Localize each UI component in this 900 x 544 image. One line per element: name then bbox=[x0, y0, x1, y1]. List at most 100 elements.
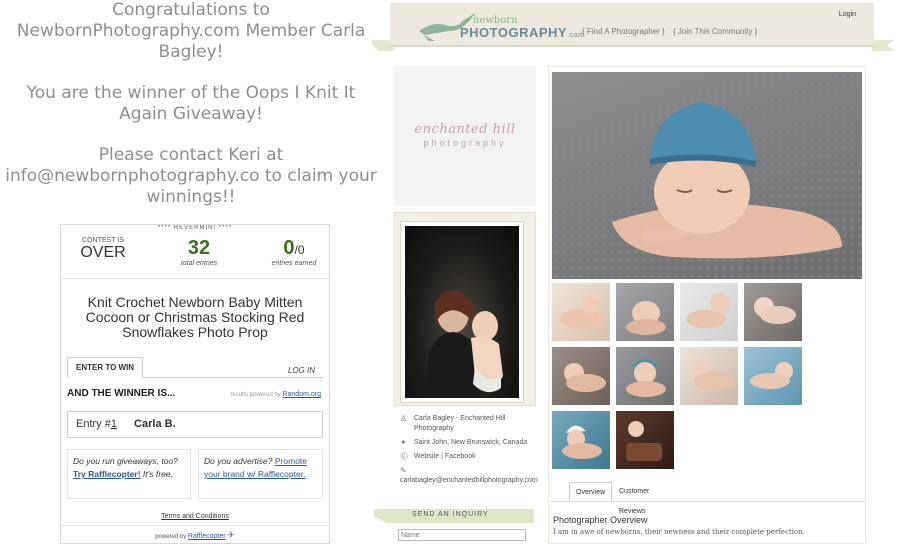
thumbnail-5[interactable] bbox=[552, 347, 610, 405]
tab-divider bbox=[549, 501, 865, 502]
contest-label: CONTEST IS bbox=[82, 237, 124, 244]
logo-photography-text: PHOTOGRAPHY bbox=[460, 25, 568, 40]
entry-number-link[interactable]: 1 bbox=[111, 418, 117, 430]
powered-by-label: powered by bbox=[155, 534, 187, 540]
overview-heading: Photographer Overview bbox=[553, 515, 648, 525]
rafflecopter-widget: **** REVERMIN! **** CONTEST IS OVER 32 t… bbox=[60, 224, 330, 544]
thumbnail-9[interactable] bbox=[552, 411, 610, 469]
entries-earned-label: entries earned bbox=[271, 260, 317, 267]
thumbnail-image bbox=[754, 297, 796, 324]
widget-top-strip: **** REVERMIN! **** bbox=[157, 225, 233, 231]
thumbnail-6[interactable] bbox=[616, 347, 674, 405]
thumbnail-1[interactable] bbox=[552, 283, 610, 341]
photographer-location: Saint John, New Brunswick, Canada bbox=[414, 439, 528, 446]
thumbnail-image bbox=[626, 301, 666, 335]
sleeping-baby-illustration bbox=[552, 72, 862, 279]
winner-announcement: Congratulations to NewbornPhotography.co… bbox=[0, 0, 382, 208]
widget-footer: powered by Rafflecopter ✈ bbox=[61, 525, 329, 543]
contest-status: CONTEST IS OVER bbox=[73, 237, 133, 262]
email-link[interactable]: carlabagley@enchantedhillphotography.com bbox=[400, 477, 538, 484]
thumbnail-4[interactable] bbox=[744, 283, 802, 341]
entries-earned-of: /0 bbox=[294, 243, 305, 257]
info-links-row: Ⓒ Website | Facebook bbox=[400, 452, 536, 462]
helicopter-icon: ✈ bbox=[227, 530, 235, 540]
photographer-name: Carla Bagley - Enchanted Hill Photograph… bbox=[414, 415, 506, 432]
giveaway-ad: Do you run giveaways, too? Try Rafflecop… bbox=[67, 449, 191, 499]
thumbnail-image bbox=[686, 293, 730, 328]
giveaway-ad-text: Do you run giveaways, too? bbox=[73, 456, 178, 466]
pen-icon: ✎ bbox=[400, 466, 407, 475]
giveaway-ad-tail: It's free. bbox=[142, 469, 173, 479]
studio-logo-sub: photography bbox=[423, 138, 507, 148]
prize-title: Knit Crochet Newborn Baby Mitten Cocoon … bbox=[85, 294, 305, 340]
tab-customer-reviews[interactable]: Customer Reviews bbox=[613, 482, 655, 515]
results-powered: results powered by Random.org bbox=[230, 391, 321, 398]
thumbnail-3[interactable] bbox=[680, 283, 738, 341]
tab-overview[interactable]: Overview bbox=[569, 482, 613, 502]
thumbnail-image bbox=[562, 425, 602, 459]
contest-stats: CONTEST IS OVER 32 total entries 0/0 ent… bbox=[61, 235, 329, 279]
info-name-row: ♙ Carla Bagley - Enchanted Hill Photogra… bbox=[400, 414, 536, 434]
winner-name: Carla B. bbox=[134, 418, 176, 430]
login-link[interactable]: Login bbox=[839, 11, 856, 18]
try-rafflecopter-link[interactable]: Try Rafflecopter! bbox=[73, 469, 141, 479]
gallery-panel: Overview Customer Reviews Photographer O… bbox=[548, 66, 866, 544]
results-powered-label: results powered by bbox=[230, 392, 281, 398]
studio-logo: enchanted hill bbox=[414, 122, 516, 137]
info-email-row: ✎ carlabagley@enchantedhillphotography.c… bbox=[400, 466, 538, 486]
web-icon: Ⓒ bbox=[400, 452, 408, 461]
thumbnail-8[interactable] bbox=[744, 347, 802, 405]
total-entries-label: total entries bbox=[180, 260, 218, 267]
tab-log-in[interactable]: LOG IN bbox=[288, 366, 315, 375]
winner-entry: Entry #1 Carla B. bbox=[67, 411, 323, 438]
nav-find-photographer[interactable]: { Find A Photographer } bbox=[582, 27, 665, 36]
thumbnail-7[interactable] bbox=[680, 347, 738, 405]
site-nav: { Find A Photographer } { Join This Comm… bbox=[582, 27, 763, 36]
entry-prefix: Entry # bbox=[76, 418, 111, 430]
advertise-ad-text: Do you advertise? bbox=[204, 456, 273, 466]
newborn-photography-site: newborn PHOTOGRAPHY.com { Find A Photogr… bbox=[372, 0, 900, 544]
thumbnail-2[interactable] bbox=[616, 283, 674, 341]
thumbnail-image bbox=[564, 363, 606, 392]
thumbnail-image bbox=[691, 360, 734, 390]
thumbnail-image bbox=[626, 359, 666, 397]
profile-card bbox=[394, 212, 536, 406]
winner-text: You are the winner of the Oops I Knit It… bbox=[26, 83, 356, 124]
links-separator: | bbox=[441, 453, 443, 460]
website-link[interactable]: Website bbox=[414, 453, 439, 460]
entries-earned: 0/0 entries earned bbox=[261, 237, 327, 267]
random-org-link[interactable]: Random.org bbox=[282, 391, 321, 398]
entries-earned-count: 0 bbox=[283, 237, 295, 259]
thumbnail-image bbox=[750, 362, 793, 389]
contest-status-value: OVER bbox=[80, 244, 126, 261]
studio-logo-panel: enchanted hill photography bbox=[394, 66, 536, 206]
mother-baby-illustration bbox=[425, 290, 503, 398]
winner-row: AND THE WINNER IS... results powered by … bbox=[67, 388, 321, 402]
total-entries: 32 total entries bbox=[164, 237, 234, 267]
contact-text: Please contact Keri at info@newbornphoto… bbox=[5, 145, 377, 207]
terms-row: Terms and Conditions bbox=[61, 513, 329, 520]
overview-text: I am in awe of newborns, their newness a… bbox=[553, 528, 805, 536]
terms-link[interactable]: Terms and Conditions bbox=[161, 513, 229, 520]
profile-photo-frame bbox=[400, 221, 524, 403]
inquiry-heading: SEND AN INQUIRY bbox=[412, 511, 489, 518]
location-icon: ✦ bbox=[400, 438, 407, 447]
nav-join-community[interactable]: { Join This Community } bbox=[673, 27, 757, 36]
thumbnail-image bbox=[626, 421, 662, 461]
person-icon: ♙ bbox=[400, 414, 408, 423]
winner-heading: AND THE WINNER IS... bbox=[67, 388, 176, 399]
tab-enter-to-win[interactable]: ENTER TO WIN bbox=[67, 357, 144, 378]
profile-photo[interactable] bbox=[405, 226, 519, 398]
site-header: newborn PHOTOGRAPHY.com { Find A Photogr… bbox=[390, 3, 874, 47]
photographer-info: ♙ Carla Bagley - Enchanted Hill Photogra… bbox=[400, 414, 538, 490]
congrats-text: Congratulations to NewbornPhotography.co… bbox=[16, 0, 366, 62]
total-entries-count: 32 bbox=[187, 237, 211, 259]
info-location-row: ✦ Saint John, New Brunswick, Canada bbox=[400, 438, 536, 448]
inquiry-name-field[interactable] bbox=[398, 529, 526, 541]
rafflecopter-brand-link[interactable]: Rafflecopter bbox=[188, 533, 226, 540]
logo-photography[interactable]: PHOTOGRAPHY.com bbox=[460, 25, 584, 40]
hero-photo[interactable] bbox=[552, 72, 862, 279]
thumbnail-10[interactable] bbox=[616, 411, 674, 469]
facebook-link[interactable]: Facebook bbox=[445, 453, 476, 460]
header-ribbon-right bbox=[872, 40, 894, 51]
